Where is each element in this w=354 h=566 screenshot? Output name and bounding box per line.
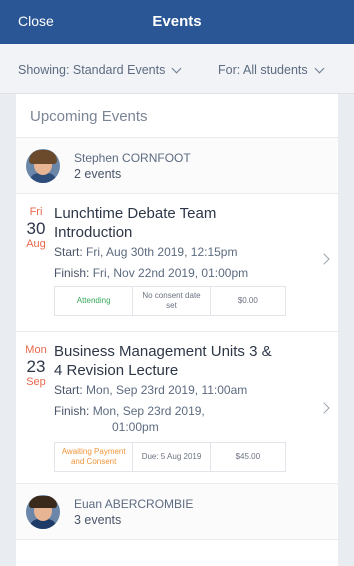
event-times: Start: Mon, Sep 23rd 2019, 11:00am Finis… bbox=[54, 382, 247, 435]
event-title: Business Management Units 3 & 4 Revision… bbox=[54, 343, 272, 379]
start-value: Fri, Aug 30th 2019, 12:15pm bbox=[86, 245, 238, 259]
finish-value-continued: 01:00pm bbox=[112, 420, 159, 434]
event-title: Lunchtime Debate Team Introduction bbox=[54, 205, 217, 241]
page-title: Events bbox=[152, 13, 202, 30]
event-month: Sep bbox=[26, 376, 46, 389]
event-day: 30 bbox=[26, 218, 46, 238]
students-filter-label: For: All students bbox=[218, 63, 308, 77]
event-times: Start: Fri, Aug 30th 2019, 12:15pm Finis… bbox=[54, 244, 248, 281]
student-header[interactable]: Stephen CORNFOOT 2 events bbox=[16, 138, 338, 194]
chevron-down-icon bbox=[314, 63, 325, 73]
showing-filter-label: Showing: Standard Events bbox=[18, 63, 166, 77]
start-value: Mon, Sep 23rd 2019, 11:00am bbox=[86, 383, 248, 397]
event-row[interactable]: Mon 23 Sep Business Management Units 3 &… bbox=[16, 332, 338, 484]
panel-title: Upcoming Events bbox=[16, 94, 338, 138]
chevron-right-icon[interactable] bbox=[318, 402, 330, 414]
top-bar: Close Events bbox=[0, 0, 354, 44]
cost-badge: $45.00 bbox=[209, 443, 285, 471]
events-panel: Upcoming Events Stephen CORNFOOT 2 event… bbox=[16, 94, 338, 566]
avatar bbox=[26, 495, 60, 529]
event-weekday: Fri bbox=[29, 206, 43, 218]
event-weekday: Mon bbox=[25, 344, 47, 356]
finish-value: Mon, Sep 23rd 2019, bbox=[92, 404, 205, 418]
finish-label: Finish: bbox=[54, 266, 90, 280]
avatar bbox=[26, 149, 60, 183]
consent-badge: No consent date set bbox=[132, 287, 209, 315]
start-label: Start: bbox=[54, 383, 83, 397]
event-date: Fri 30 Aug bbox=[22, 206, 50, 252]
student-name: Stephen CORNFOOT bbox=[74, 151, 191, 165]
student-name: Euan ABERCROMBIE bbox=[74, 497, 194, 511]
status-badge: Awaiting Payment and Consent bbox=[61, 447, 126, 466]
event-count: 2 events bbox=[74, 167, 122, 181]
finish-value: Fri, Nov 22nd 2019, 01:00pm bbox=[92, 266, 249, 280]
chevron-right-icon[interactable] bbox=[318, 253, 330, 265]
due-badge: Due: 5 Aug 2019 bbox=[132, 443, 209, 471]
event-count: 3 events bbox=[74, 513, 122, 527]
filter-bar: Showing: Standard Events For: All studen… bbox=[0, 44, 354, 94]
status-badge: Attending bbox=[76, 296, 111, 306]
chevron-down-icon bbox=[171, 63, 182, 73]
event-date: Mon 23 Sep bbox=[22, 344, 50, 390]
start-label: Start: bbox=[54, 245, 83, 259]
finish-label: Finish: bbox=[54, 404, 90, 418]
event-status-cells: Attending No consent date set $0.00 bbox=[54, 286, 286, 316]
event-day: 23 bbox=[26, 356, 46, 376]
showing-filter-dropdown[interactable]: Showing: Standard Events bbox=[18, 63, 182, 77]
students-filter-dropdown[interactable]: For: All students bbox=[218, 63, 325, 77]
cost-badge: $0.00 bbox=[209, 287, 285, 315]
event-month: Aug bbox=[26, 238, 46, 251]
event-row[interactable]: Fri 30 Aug Lunchtime Debate Team Introdu… bbox=[16, 194, 338, 332]
student-header[interactable]: Euan ABERCROMBIE 3 events bbox=[16, 484, 338, 540]
event-status-cells: Awaiting Payment and Consent Due: 5 Aug … bbox=[54, 442, 286, 472]
